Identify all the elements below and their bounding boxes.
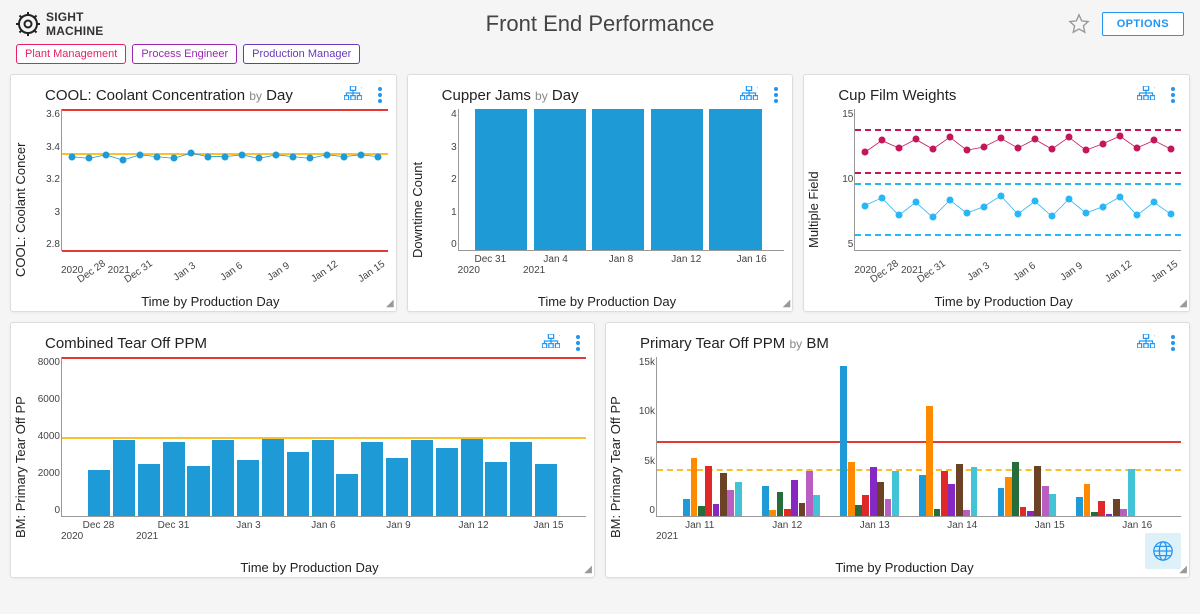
card-title: Cup Film Weights [838, 87, 956, 104]
x-axis-label: Time by Production Day [430, 294, 785, 309]
resize-handle[interactable]: ◢ [1179, 298, 1187, 309]
x-ticks: Dec 31Jan 4Jan 8Jan 12Jan 16 [430, 254, 785, 265]
plot-area: 43210 [458, 109, 785, 251]
card-menu-button[interactable] [1167, 333, 1179, 353]
globe-icon [1152, 540, 1174, 562]
y-axis-label: Multiple Field [804, 109, 826, 311]
y-ticks: 3.63.43.232.8 [34, 109, 60, 250]
favorite-star-icon[interactable] [1068, 13, 1090, 35]
y-ticks: 80006000400020000 [34, 357, 60, 516]
card-menu-button[interactable] [1167, 85, 1179, 105]
plot-area: 80006000400020000 [61, 357, 586, 517]
x-ticks: Dec 28Dec 31Jan 3Jan 6Jan 9Jan 12Jan 15 [826, 254, 1181, 265]
hierarchy-button[interactable]: + [542, 334, 560, 353]
card-primary: Primary Tear Off PPM by BM + BM: Primary… [605, 322, 1190, 578]
tag-row: Plant Management Process Engineer Produc… [0, 44, 1200, 74]
card-cupper: Cupper Jams by Day + Downtime Count 4321… [407, 74, 794, 312]
hierarchy-icon: + [740, 86, 758, 100]
card-menu-button[interactable] [374, 85, 386, 105]
x-axis-label: Time by Production Day [33, 294, 388, 309]
hierarchy-icon: + [542, 334, 560, 348]
x-axis-label: Time by Production Day [33, 560, 586, 575]
tag-production-manager[interactable]: Production Manager [243, 44, 360, 64]
page-title: Front End Performance [486, 11, 715, 37]
x-axis-label: Time by Production Day [628, 560, 1181, 575]
globe-button[interactable] [1145, 533, 1181, 569]
options-button[interactable]: OPTIONS [1102, 12, 1184, 36]
tag-plant-management[interactable]: Plant Management [16, 44, 126, 64]
card-coolant: COOL: Coolant Concentration by Day + COO… [10, 74, 397, 312]
x-ticks: Dec 28Dec 31Jan 3Jan 6Jan 9Jan 12Jan 15 [33, 520, 586, 531]
card-menu-button[interactable] [572, 333, 584, 353]
hierarchy-icon: + [1137, 86, 1155, 100]
x-ticks: Dec 28Dec 31Jan 3Jan 6Jan 9Jan 12Jan 15 [33, 254, 388, 265]
svg-text:+: + [1154, 334, 1155, 340]
resize-handle[interactable]: ◢ [584, 564, 592, 575]
svg-text:+: + [1154, 86, 1155, 92]
card-menu-button[interactable] [770, 85, 782, 105]
hierarchy-button[interactable]: + [1137, 86, 1155, 105]
brand-line1: SIGHT [46, 10, 103, 24]
hierarchy-icon: + [344, 86, 362, 100]
y-ticks: 43210 [431, 109, 457, 250]
hierarchy-icon: + [1137, 334, 1155, 348]
x-ticks: Jan 11Jan 12Jan 13Jan 14Jan 15Jan 16 [628, 520, 1181, 531]
hierarchy-button[interactable]: + [1137, 334, 1155, 353]
svg-text:+: + [757, 86, 758, 92]
brand-line2: MACHINE [46, 24, 103, 38]
y-axis-label: Downtime Count [408, 109, 430, 311]
hierarchy-button[interactable]: + [344, 86, 362, 105]
gear-icon [16, 12, 40, 36]
y-ticks: 15105 [827, 109, 853, 250]
card-title: Combined Tear Off PPM [45, 335, 207, 352]
tag-process-engineer[interactable]: Process Engineer [132, 44, 237, 64]
y-axis-label: BM: Primary Tear Off PP [606, 357, 628, 577]
y-axis-label: BM: Primary Tear Off PP [11, 357, 33, 577]
plot-area: 15105 [854, 109, 1181, 251]
card-film: Cup Film Weights + Multiple Field 15105 … [803, 74, 1190, 312]
svg-text:+: + [361, 86, 362, 92]
card-title: Primary Tear Off PPM by BM [640, 335, 829, 352]
resize-handle[interactable]: ◢ [783, 298, 791, 309]
plot-area: 15k10k5k0 [656, 357, 1181, 517]
y-ticks: 15k10k5k0 [629, 357, 655, 516]
plot-area: 3.63.43.232.8 [61, 109, 388, 251]
x-axis-label: Time by Production Day [826, 294, 1181, 309]
y-axis-label: COOL: Coolant Concer [11, 109, 33, 311]
card-title: COOL: Coolant Concentration by Day [45, 87, 293, 104]
card-combined: Combined Tear Off PPM + BM: Primary Tear… [10, 322, 595, 578]
resize-handle[interactable]: ◢ [386, 298, 394, 309]
brand-logo: SIGHT MACHINE [16, 10, 103, 38]
card-title: Cupper Jams by Day [442, 87, 579, 104]
hierarchy-button[interactable]: + [740, 86, 758, 105]
svg-text:+: + [559, 334, 560, 340]
